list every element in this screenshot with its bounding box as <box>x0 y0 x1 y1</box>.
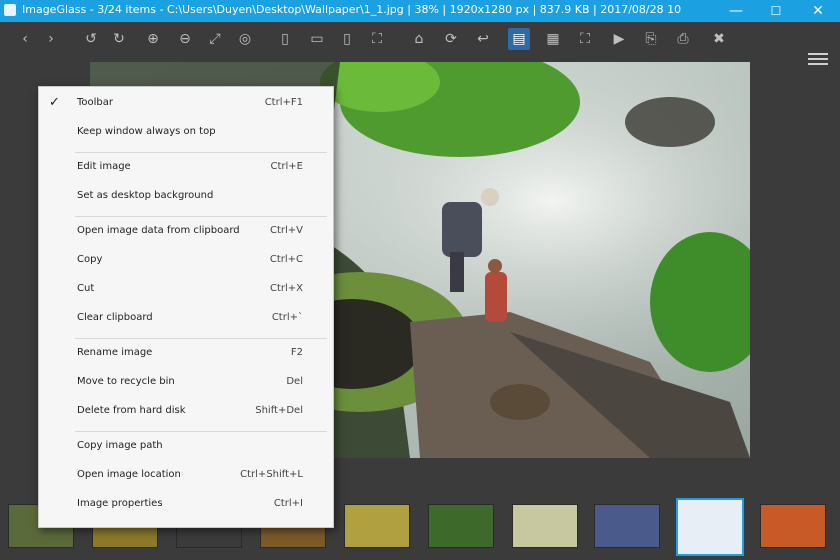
menu-item-shortcut: Ctrl+C <box>269 254 303 265</box>
checkmark-icon: ✓ <box>49 95 60 110</box>
next-icon[interactable]: › <box>40 28 62 50</box>
menu-item-label: Cut <box>77 283 95 294</box>
menu-item-shortcut: Ctrl+X <box>269 283 303 294</box>
menu-item-shortcut: Del <box>286 376 303 387</box>
menu-item[interactable]: Rename image F2 <box>39 343 333 365</box>
thumbnail[interactable] <box>344 504 410 548</box>
menu-item-label: Keep window always on top <box>77 126 216 137</box>
menu-item-label: Toolbar <box>77 97 114 108</box>
menu-item-label: Set as desktop background <box>77 190 214 201</box>
refresh-icon[interactable]: ⟳ <box>440 28 462 50</box>
menu-item[interactable]: Copy image path <box>39 436 333 458</box>
menu-item[interactable]: Set as desktop background <box>39 186 333 208</box>
menu-item-label: Copy image path <box>77 440 163 451</box>
menu-separator <box>75 152 327 153</box>
main-menu-icon[interactable] <box>808 50 828 68</box>
menu-item[interactable]: Cut Ctrl+X <box>39 279 333 301</box>
zoom-in-icon[interactable]: ⊕ <box>142 28 164 50</box>
open-file-icon[interactable]: ⌂ <box>408 28 430 50</box>
thumbnail[interactable] <box>428 504 494 548</box>
fullscreen-icon[interactable]: ⛶ <box>574 28 596 50</box>
menu-item[interactable]: Copy Ctrl+C <box>39 250 333 272</box>
lock-zoom-icon[interactable]: ▯ <box>274 28 296 50</box>
menu-item[interactable]: Edit image Ctrl+E <box>39 157 333 179</box>
thumbnail-bar-icon[interactable]: ▤ <box>508 28 530 50</box>
thumbnail[interactable] <box>676 498 744 556</box>
zoom-out-icon[interactable]: ⊖ <box>174 28 196 50</box>
convert-icon[interactable]: ⎘ <box>640 28 662 50</box>
print-icon[interactable]: ⎙ <box>672 28 694 50</box>
menu-item[interactable]: Move to recycle bin Del <box>39 372 333 394</box>
menu-item-label: Rename image <box>77 347 153 358</box>
menu-item-label: Open image location <box>77 469 181 480</box>
scale-to-height-icon[interactable]: ▯ <box>336 28 358 50</box>
delete-icon[interactable]: ✖ <box>708 28 730 50</box>
toolbar: ‹ › ↺ ↻ ⊕ ⊖ ⤢ ◎ ▯ ▭ ▯ ⛶ ⌂ ⟳ ↩ ▤ ▦ ⛶ ▶ ⎘ ⎙ ✖ <box>0 22 840 65</box>
menu-item-shortcut: Ctrl+I <box>273 498 303 509</box>
menu-item-shortcut: F2 <box>290 347 303 358</box>
menu-item[interactable]: Clear clipboard Ctrl+` <box>39 308 333 330</box>
menu-item[interactable]: Open image data from clipboard Ctrl+V <box>39 221 333 243</box>
menu-item-label: Copy <box>77 254 103 265</box>
menu-item[interactable]: ✓ Toolbar Ctrl+F1 <box>39 93 333 115</box>
menu-item-label: Image properties <box>77 498 163 509</box>
checkerboard-icon[interactable]: ▦ <box>542 28 564 50</box>
menu-item-shortcut: Shift+Del <box>255 405 303 416</box>
actual-size-icon[interactable]: ◎ <box>234 28 256 50</box>
menu-item-shortcut: Ctrl+E <box>270 161 304 172</box>
title-bar: ImageGlass - 3/24 items - C:\Users\Duyen… <box>0 0 840 22</box>
prev-icon[interactable]: ‹ <box>14 28 36 50</box>
menu-item-label: Move to recycle bin <box>77 376 175 387</box>
thumbnail[interactable] <box>760 504 826 548</box>
menu-item-label: Clear clipboard <box>77 312 153 323</box>
close-button[interactable]: ✕ <box>798 0 838 22</box>
menu-item-shortcut: Ctrl+` <box>271 312 303 323</box>
menu-separator <box>75 431 327 432</box>
maximize-button[interactable]: ☐ <box>756 0 796 22</box>
scale-to-width-icon[interactable]: ▭ <box>306 28 328 50</box>
menu-item[interactable]: Keep window always on top <box>39 122 333 144</box>
menu-item-label: Delete from hard disk <box>77 405 186 416</box>
context-menu: ✓ Toolbar Ctrl+F1 Keep window always on top… <box>38 86 334 528</box>
slideshow-icon[interactable]: ▶ <box>608 28 630 50</box>
rotate-left-icon[interactable]: ↺ <box>80 28 102 50</box>
rotate-right-icon[interactable]: ↻ <box>108 28 130 50</box>
menu-separator <box>75 216 327 217</box>
window-title: ImageGlass - 3/24 items - C:\Users\Duyen… <box>22 3 682 16</box>
menu-item-shortcut: Ctrl+F1 <box>264 97 303 108</box>
thumbnail[interactable] <box>512 504 578 548</box>
zoom-fit-icon[interactable]: ⤢ <box>204 28 226 50</box>
menu-item[interactable]: Open image location Ctrl+Shift+L <box>39 465 333 487</box>
menu-item-shortcut: Ctrl+V <box>269 225 303 236</box>
goto-icon[interactable]: ↩ <box>472 28 494 50</box>
menu-item-shortcut: Ctrl+Shift+L <box>240 469 303 480</box>
auto-zoom-icon[interactable]: ⛶ <box>366 28 388 50</box>
minimize-button[interactable]: — <box>716 0 756 22</box>
thumbnail[interactable] <box>594 504 660 548</box>
menu-item[interactable]: Image properties Ctrl+I <box>39 494 333 516</box>
menu-item-label: Open image data from clipboard <box>77 225 240 236</box>
menu-item-label: Edit image <box>77 161 131 172</box>
menu-separator <box>75 338 327 339</box>
menu-item[interactable]: Delete from hard disk Shift+Del <box>39 401 333 423</box>
app-icon <box>4 4 16 16</box>
